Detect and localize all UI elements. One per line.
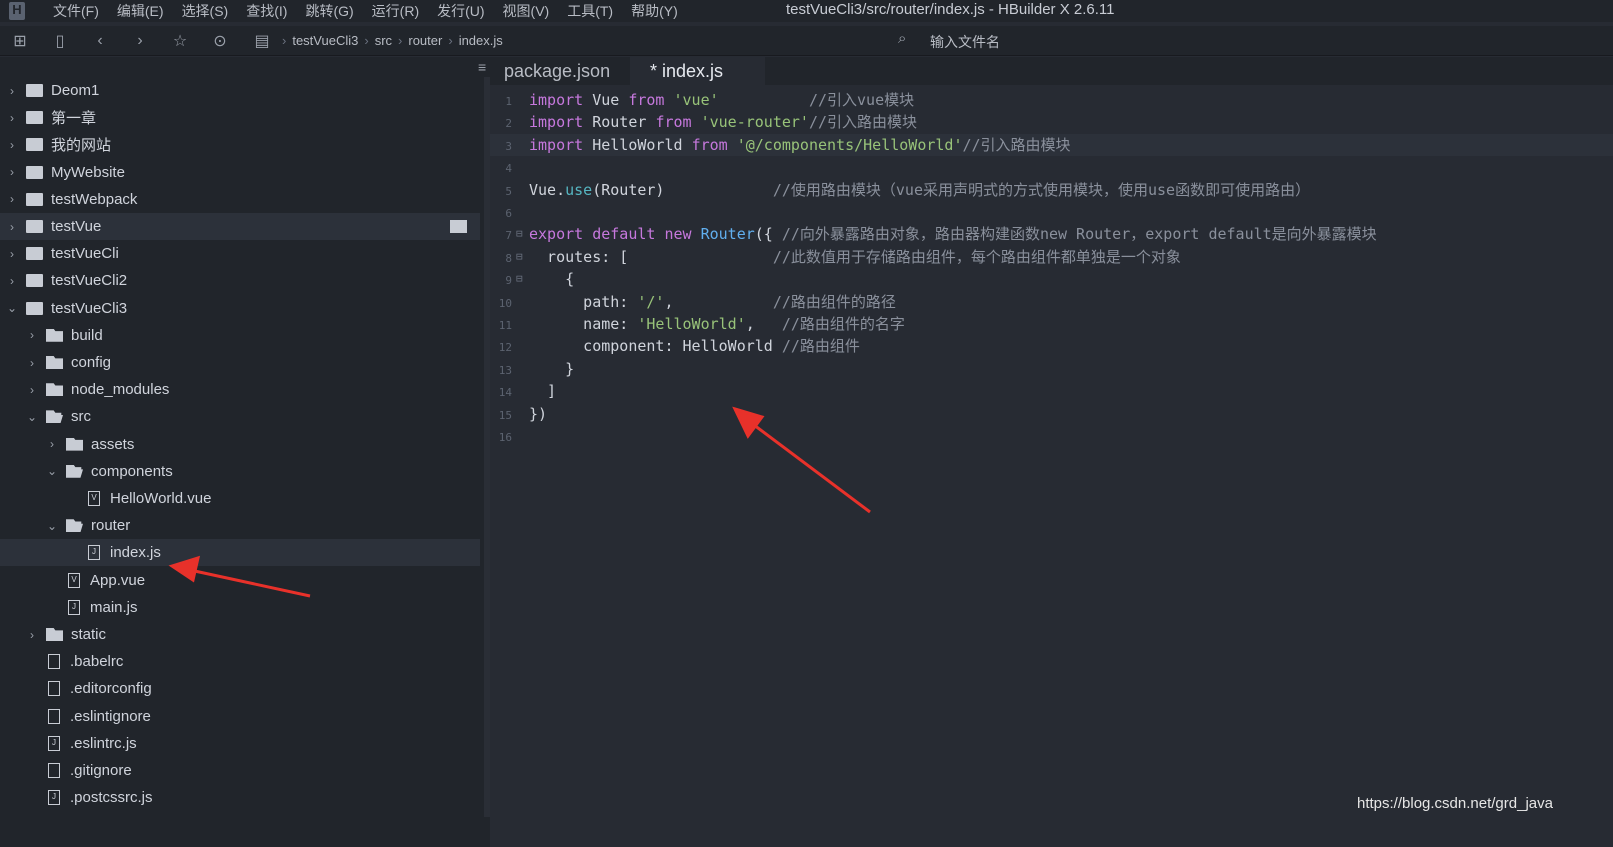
watermark: https://blog.csdn.net/grd_java — [1357, 795, 1553, 812]
arrowhead — [168, 555, 201, 583]
annotation-arrows — [168, 406, 871, 598]
arrow-to-index-js — [189, 568, 311, 598]
arrow-to-code — [749, 420, 871, 514]
arrowhead — [732, 406, 765, 439]
